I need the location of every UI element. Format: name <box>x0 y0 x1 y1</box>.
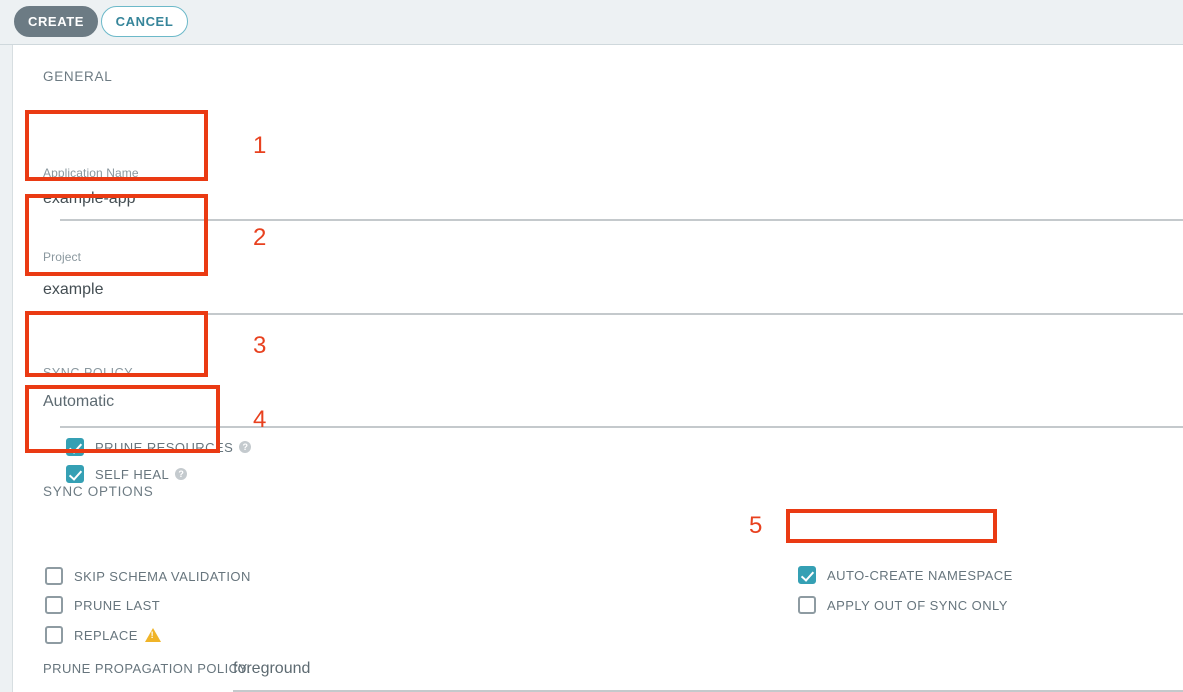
application-name-label: Application Name <box>43 166 139 180</box>
action-toolbar: CREATE CANCEL <box>0 0 1183 45</box>
self-heal-row[interactable]: SELF HEAL ? <box>66 463 188 485</box>
skip-schema-validation-label: SKIP SCHEMA VALIDATION <box>74 568 251 584</box>
auto-create-namespace-row[interactable]: AUTO-CREATE NAMESPACE <box>798 564 1013 586</box>
replace-checkbox[interactable] <box>45 626 63 644</box>
prune-last-label: PRUNE LAST <box>74 597 161 613</box>
prune-resources-row[interactable]: PRUNE RESOURCES ? <box>66 436 252 458</box>
left-rail <box>0 45 13 692</box>
apply-out-of-sync-only-checkbox[interactable] <box>798 596 816 614</box>
prune-resources-checkbox[interactable] <box>66 438 84 456</box>
project-underline <box>60 313 1183 315</box>
sync-options-section-heading: SYNC OPTIONS <box>43 484 154 499</box>
prune-resources-label: PRUNE RESOURCES <box>95 439 234 455</box>
annotation-number-4: 4 <box>253 406 267 433</box>
annotation-number-3: 3 <box>253 332 267 359</box>
replace-label: REPLACE <box>74 627 138 643</box>
annotation-number-1: 1 <box>253 132 267 159</box>
project-label: Project <box>43 250 82 264</box>
self-heal-label: SELF HEAL <box>95 466 170 482</box>
prune-last-checkbox[interactable] <box>45 596 63 614</box>
project-input[interactable]: example <box>43 281 103 299</box>
auto-create-namespace-label: AUTO-CREATE NAMESPACE <box>827 567 1013 583</box>
help-icon[interactable]: ? <box>175 468 188 480</box>
prune-propagation-policy-label: PRUNE PROPAGATION POLICY: <box>43 661 251 676</box>
apply-out-of-sync-only-row[interactable]: APPLY OUT OF SYNC ONLY <box>798 594 1008 616</box>
skip-schema-validation-row[interactable]: SKIP SCHEMA VALIDATION <box>45 565 251 587</box>
sync-policy-label: SYNC POLICY <box>43 366 134 380</box>
replace-row[interactable]: REPLACE <box>45 624 161 646</box>
annotation-number-5: 5 <box>749 512 763 539</box>
general-section-heading: GENERAL <box>43 69 113 84</box>
apply-out-of-sync-only-label: APPLY OUT OF SYNC ONLY <box>827 597 1008 613</box>
application-name-input[interactable]: example-app <box>43 190 136 208</box>
cancel-button[interactable]: CANCEL <box>101 6 188 37</box>
prune-last-row[interactable]: PRUNE LAST <box>45 594 160 616</box>
application-create-form: CREATE CANCEL GENERAL Application Name e… <box>0 0 1183 692</box>
sync-policy-select[interactable]: Automatic <box>43 393 114 411</box>
application-name-underline <box>60 219 1183 221</box>
help-icon[interactable]: ? <box>239 441 252 453</box>
create-button[interactable]: CREATE <box>14 6 98 37</box>
sync-policy-underline <box>60 426 1183 428</box>
prune-propagation-policy-select[interactable]: foreground <box>233 660 310 678</box>
warning-icon <box>144 628 161 642</box>
skip-schema-validation-checkbox[interactable] <box>45 567 63 585</box>
annotation-number-2: 2 <box>253 224 267 251</box>
self-heal-checkbox[interactable] <box>66 465 84 483</box>
form-content: GENERAL Application Name example-app Pro… <box>14 45 1183 692</box>
auto-create-namespace-checkbox[interactable] <box>798 566 816 584</box>
